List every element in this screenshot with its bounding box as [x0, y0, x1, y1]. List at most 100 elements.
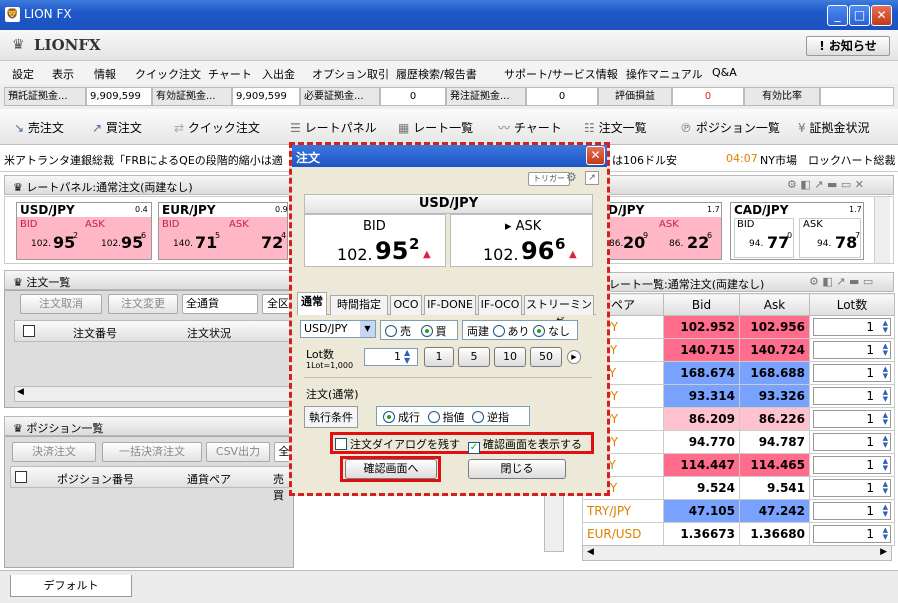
- rate-bid[interactable]: 168.674: [663, 361, 740, 385]
- rate-bid[interactable]: 9.524: [663, 476, 740, 500]
- more-presets-icon[interactable]: ▶: [567, 350, 581, 364]
- sell-order-button[interactable]: ↘ 売注文: [14, 119, 64, 136]
- lot-input[interactable]: 1 ▲ ▼: [813, 525, 891, 543]
- rate-list-button[interactable]: ▦ レート一覧: [398, 119, 473, 136]
- position-list-vscroll[interactable]: [544, 490, 564, 552]
- dialog-bid-box[interactable]: BID 102. 95 2 ▲: [304, 214, 446, 267]
- rate-ask[interactable]: 168.688: [739, 361, 810, 385]
- pair-select[interactable]: USD/JPY ▼: [300, 320, 376, 338]
- rate-ask[interactable]: 94.787: [739, 430, 810, 454]
- col-lot[interactable]: Lot数: [809, 293, 895, 316]
- tab-oco[interactable]: OCO: [390, 295, 422, 315]
- tab-time[interactable]: 時間指定: [330, 295, 388, 315]
- rate-row[interactable]: D/JPY86.20986.2261▲▼: [582, 407, 895, 431]
- exec-market-radio[interactable]: 成行: [383, 411, 420, 424]
- margin-status-button[interactable]: ¥ 証拠金状況: [798, 119, 869, 136]
- lot-input[interactable]: 1 ▲ ▼: [813, 364, 891, 382]
- maximize-button[interactable]: □: [849, 5, 870, 26]
- rate-row[interactable]: F/JPY114.447114.4651▲▼: [582, 453, 895, 477]
- rate-row[interactable]: R/JPY140.715140.7241▲▼: [582, 338, 895, 362]
- lot-stepper-icon[interactable]: ▲ ▼: [883, 320, 888, 334]
- hedge-on-radio[interactable]: あり: [492, 325, 530, 338]
- trigger-button[interactable]: トリガー: [528, 172, 570, 186]
- settle-order-button[interactable]: 決済注文: [12, 442, 96, 462]
- keep-dialog-checkbox[interactable]: 注文ダイアログを残す: [335, 436, 460, 452]
- lot-stepper-icon[interactable]: ▲ ▼: [883, 412, 888, 426]
- rate-row[interactable]: R/JPY9.5249.5411▲▼: [582, 476, 895, 500]
- rate-tile-usdjpy-box[interactable]: USD/JPY 0.4 BID ASK 102. 95 2 102. 95 6: [16, 202, 152, 260]
- show-confirm-checkbox[interactable]: ✓ 確認画面を表示する: [468, 436, 582, 454]
- lot-stepper-icon[interactable]: ▲ ▼: [883, 527, 888, 541]
- lot-stepper-icon[interactable]: ▲ ▼: [404, 349, 410, 365]
- dialog-popout-icon[interactable]: ↗: [585, 171, 599, 185]
- ticker-headline[interactable]: 米アトランタ連銀総裁「FRBによるQEの段階的縮小は適: [4, 152, 283, 168]
- col-ask[interactable]: Ask: [739, 293, 810, 316]
- rate-bid[interactable]: 1.36673: [663, 522, 740, 546]
- rate-panel-button[interactable]: ☰ レートパネル: [290, 119, 377, 136]
- lot-stepper-icon[interactable]: ▲ ▼: [883, 504, 888, 518]
- rate-row[interactable]: EUR/USD 1.36673 1.36680 1 ▲ ▼: [582, 522, 895, 546]
- rate-tile-partial[interactable]: D/JPY 1.7 ASK 86. 20 9 86. 22 6: [604, 202, 722, 260]
- rate-ask[interactable]: 140.724: [739, 338, 810, 362]
- lot-input[interactable]: 1 ▲ ▼: [813, 318, 891, 336]
- dialog-ask-box[interactable]: ▸ ASK 102. 96 6 ▲: [450, 214, 593, 267]
- rate-ask[interactable]: 9.541: [739, 476, 810, 500]
- lot-stepper-icon[interactable]: ▲ ▼: [883, 435, 888, 449]
- lot-stepper-icon[interactable]: ▲ ▼: [883, 389, 888, 403]
- lot-stepper-icon[interactable]: ▲ ▼: [883, 366, 888, 380]
- sell-radio[interactable]: 売: [385, 325, 411, 338]
- exec-stop-radio[interactable]: 逆指: [472, 411, 509, 424]
- rate-bid[interactable]: 114.447: [663, 453, 740, 477]
- dialog-close-button[interactable]: 閉じる: [468, 459, 566, 479]
- rate-ask[interactable]: 114.465: [739, 453, 810, 477]
- menu-manual[interactable]: 操作マニュアル: [626, 66, 703, 82]
- exec-limit-radio[interactable]: 指値: [427, 411, 465, 424]
- lot-input[interactable]: 1 ▲ ▼: [813, 410, 891, 428]
- lot-input[interactable]: 1 ▲ ▼: [813, 433, 891, 451]
- minimize-button[interactable]: _: [827, 5, 848, 26]
- ticker-headline-tail[interactable]: は106ドル安: [612, 152, 677, 168]
- lot-preset-50[interactable]: 50: [530, 347, 562, 367]
- dialog-close-icon[interactable]: ✕: [586, 146, 605, 165]
- rate-ask[interactable]: 47.242: [739, 499, 810, 523]
- menu-qa[interactable]: Q&A: [712, 66, 737, 79]
- rate-row[interactable]: D/JPY102.952102.9561▲▼: [582, 315, 895, 339]
- lot-preset-5[interactable]: 5: [458, 347, 490, 367]
- csv-export-button[interactable]: CSV出力: [206, 442, 270, 462]
- bulk-settle-button[interactable]: 一括決済注文: [102, 442, 202, 462]
- col-order-number[interactable]: 注文番号: [73, 325, 117, 341]
- rate-bid[interactable]: 140.715: [663, 338, 740, 362]
- panel-tools-icon[interactable]: ⚙ ◧ ↗ ▬ ▭ ✕: [787, 178, 864, 191]
- tab-streaming[interactable]: ストリーミング: [524, 295, 594, 329]
- menu-deposit[interactable]: 入出金: [262, 66, 295, 82]
- quick-order-button[interactable]: ⇄ クイック注文: [174, 119, 260, 136]
- rate-bid[interactable]: 93.314: [663, 384, 740, 408]
- menu-view[interactable]: 表示: [52, 66, 74, 82]
- menu-settings[interactable]: 設定: [12, 66, 34, 82]
- rate-bid[interactable]: 94.770: [663, 430, 740, 454]
- menu-chart[interactable]: チャート: [208, 66, 252, 82]
- order-list-hscroll[interactable]: ◀: [14, 386, 294, 402]
- lot-input[interactable]: 1 ▲ ▼: [813, 341, 891, 359]
- rate-bid[interactable]: 47.105: [663, 499, 740, 523]
- rate-panel-scrollbar[interactable]: [874, 197, 890, 263]
- select-all-checkbox[interactable]: [15, 471, 27, 483]
- rate-ask[interactable]: 102.956: [739, 315, 810, 339]
- close-button[interactable]: ✕: [871, 5, 892, 26]
- rate-row[interactable]: D/JPY93.31493.3261▲▼: [582, 384, 895, 408]
- lot-stepper-icon[interactable]: ▲ ▼: [883, 458, 888, 472]
- col-position-pair[interactable]: 通貨ペア: [187, 471, 231, 487]
- buy-radio[interactable]: 買: [420, 325, 447, 338]
- menu-history[interactable]: 履歴検索/報告書: [396, 66, 477, 82]
- lot-stepper-icon[interactable]: ▲ ▼: [883, 343, 888, 357]
- rate-ask[interactable]: 1.36680: [739, 522, 810, 546]
- hedge-off-radio[interactable]: なし: [533, 325, 570, 338]
- menu-support[interactable]: サポート/サービス情報: [504, 66, 618, 82]
- rate-list-hscroll[interactable]: ◀ ▶: [582, 545, 892, 561]
- tab-normal[interactable]: 通常: [297, 292, 327, 315]
- rate-ask[interactable]: 86.226: [739, 407, 810, 431]
- order-modify-button[interactable]: 注文変更: [108, 294, 178, 314]
- position-list-button[interactable]: ℗ ポジション一覧: [680, 119, 780, 136]
- lot-input[interactable]: 1 ▲ ▼: [813, 479, 891, 497]
- lot-preset-1[interactable]: 1: [424, 347, 454, 367]
